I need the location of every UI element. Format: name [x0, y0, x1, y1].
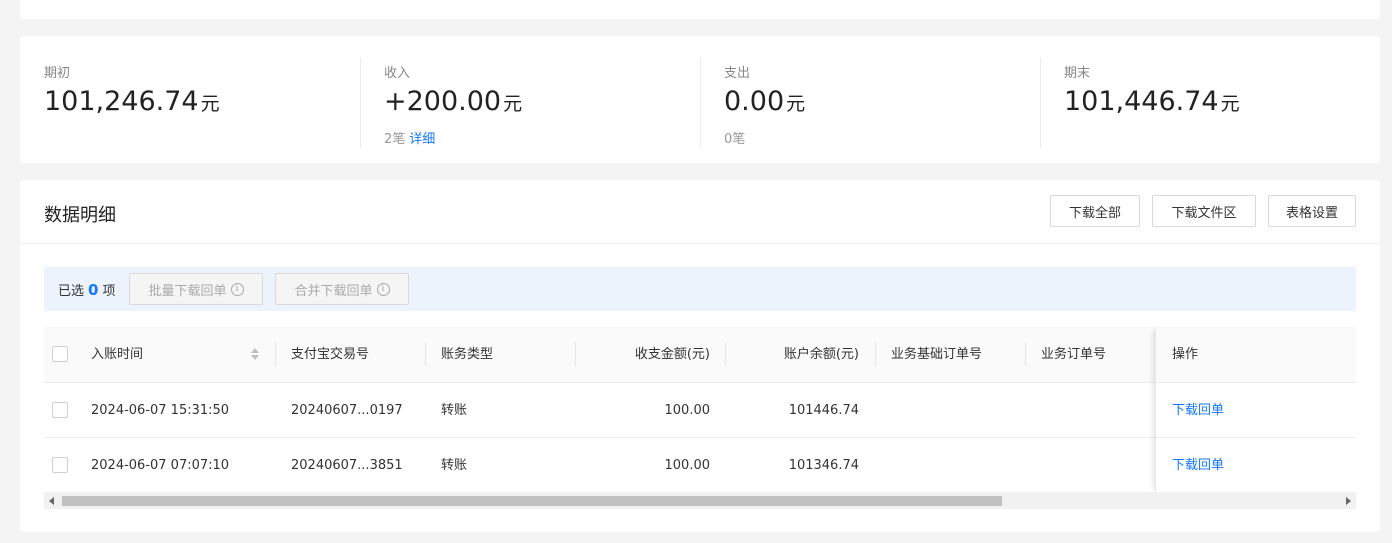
stat-opening-label: 期初: [44, 66, 71, 81]
selection-prefix: 已选: [58, 284, 85, 299]
col-header-type: 账务类型: [441, 347, 494, 362]
cell-trade-no: 20240607...3851: [291, 458, 403, 473]
summary-card: 期初 101,246.74 元 收入 +200.00 元 2笔 详细 支出 0.00 元…: [20, 36, 1380, 163]
cell-balance: 101346.74: [788, 458, 859, 473]
batch-download-label: 批量下载回单: [148, 283, 227, 299]
column-separator: [875, 342, 876, 366]
col-header-trade-no: 支付宝交易号: [291, 347, 370, 362]
divider: [20, 243, 1380, 244]
stat-opening: 期初 101,246.74 元: [20, 36, 360, 163]
transactions-table: 入账时间 支付宝交易号 账务类型 收支金额(元) 账户余额(元) 业务基础订单号…: [44, 327, 1356, 492]
batch-download-button[interactable]: 批量下载回单 i: [129, 273, 263, 305]
col-header-order: 业务订单号: [1041, 347, 1107, 362]
selection-suffix: 项: [102, 284, 116, 299]
info-icon: i: [376, 282, 390, 296]
stat-closing-amount: 101,446.74: [1064, 86, 1219, 117]
stat-income-sub: 2笔 详细: [384, 128, 435, 147]
selection-bar: 已选 0 项 批量下载回单 i 合并下载回单 i: [44, 267, 1356, 311]
cell-order: [1041, 383, 1151, 438]
stat-expense-value: 0.00 元: [724, 86, 805, 117]
column-separator: [275, 342, 276, 366]
stat-expense-amount: 0.00: [724, 86, 785, 117]
scroll-right-icon[interactable]: [1346, 497, 1351, 505]
stat-closing-label: 期末: [1064, 66, 1091, 81]
cell-order: [1041, 438, 1151, 492]
cell-type: 转账: [441, 403, 468, 418]
stat-income-amount: +200.00: [384, 86, 502, 117]
detail-title: 数据明细: [44, 205, 116, 226]
column-separator: [425, 342, 426, 366]
download-all-button[interactable]: 下载全部: [1050, 195, 1140, 227]
cell-balance: 101446.74: [788, 403, 859, 418]
top-card: [20, 0, 1380, 19]
stat-closing-unit: 元: [1220, 93, 1240, 115]
stat-income-count: 2笔: [384, 132, 406, 147]
cell-amount: 100.00: [664, 458, 711, 473]
cell-trade-no: 20240607...0197: [291, 403, 403, 418]
col-header-amount: 收支金额(元): [634, 347, 710, 362]
stat-expense-count: 0笔: [724, 132, 746, 147]
stat-expense-label: 支出: [724, 66, 751, 81]
stat-income: 收入 +200.00 元 2笔 详细: [360, 36, 700, 163]
stat-income-value: +200.00 元: [384, 86, 522, 117]
stat-income-unit: 元: [503, 93, 523, 115]
cell-time: 2024-06-07 07:07:10: [91, 458, 230, 473]
table-settings-button[interactable]: 表格设置: [1268, 195, 1356, 227]
stat-opening-amount: 101,246.74: [44, 86, 199, 117]
cell-type: 转账: [441, 458, 468, 473]
scrollbar-thumb[interactable]: [62, 496, 1002, 506]
row-checkbox[interactable]: [52, 457, 68, 473]
stat-closing: 期末 101,446.74 元: [1040, 36, 1380, 163]
column-separator: [1025, 342, 1026, 366]
detail-card: 数据明细 下载全部 下载文件区 表格设置 已选 0 项 批量下载回单 i 合并下载回单…: [20, 180, 1380, 532]
selection-count-text: 已选 0 项: [58, 280, 115, 299]
stat-closing-value: 101,446.74 元: [1064, 86, 1240, 117]
income-detail-link[interactable]: 详细: [409, 132, 435, 147]
cell-base-order: [891, 438, 1021, 492]
col-header-balance: 账户余额(元): [783, 347, 859, 362]
info-icon: i: [230, 282, 244, 296]
stat-income-label: 收入: [384, 66, 411, 81]
cell-time: 2024-06-07 15:31:50: [91, 403, 230, 418]
select-all-checkbox[interactable]: [52, 346, 68, 362]
fixed-action-column-shadow: [1155, 327, 1356, 492]
stat-expense-sub: 0笔: [724, 128, 745, 147]
stat-opening-value: 101,246.74 元: [44, 86, 220, 117]
stat-expense-unit: 元: [786, 93, 806, 115]
col-header-time[interactable]: 入账时间: [91, 327, 241, 382]
download-files-button[interactable]: 下载文件区: [1152, 195, 1256, 227]
cell-base-order: [891, 383, 1021, 438]
merge-download-button[interactable]: 合并下载回单 i: [275, 273, 409, 305]
stat-opening-unit: 元: [200, 93, 220, 115]
merge-download-label: 合并下载回单: [294, 283, 373, 299]
row-checkbox[interactable]: [52, 402, 68, 418]
cell-amount: 100.00: [664, 403, 711, 418]
selection-count: 0: [88, 281, 99, 299]
horizontal-scrollbar[interactable]: [44, 492, 1356, 509]
sort-icon[interactable]: [250, 348, 260, 362]
stat-expense: 支出 0.00 元 0笔: [700, 36, 1040, 163]
col-header-base-order: 业务基础订单号: [891, 347, 983, 362]
scroll-left-icon[interactable]: [49, 497, 54, 505]
